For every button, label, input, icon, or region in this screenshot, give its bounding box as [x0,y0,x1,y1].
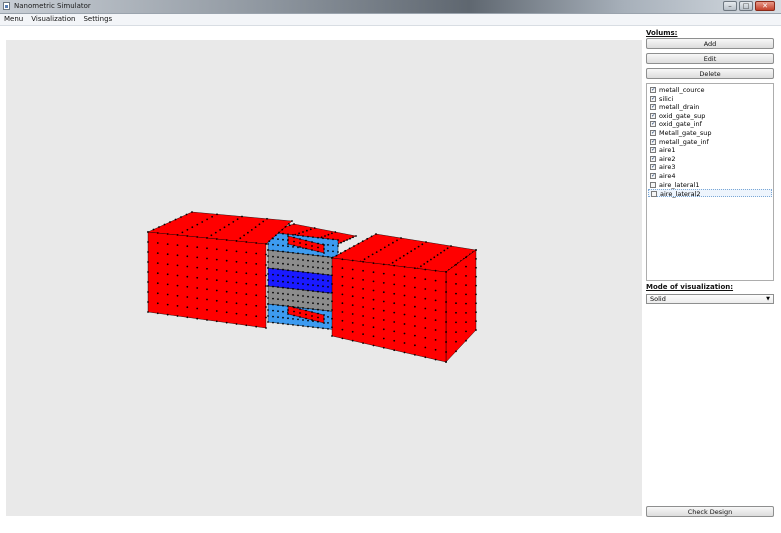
volume-checkbox[interactable]: ✓ [650,103,657,111]
volume-label: silici [659,94,674,103]
title-bar: Nanometric Simulator – □ ✕ [0,0,781,14]
volume-checkbox[interactable]: ✓ [650,154,657,162]
checkmark-icon: ✓ [651,154,657,162]
menu-menu[interactable]: Menu [0,14,27,25]
mode-label: Mode of visualization: [646,283,734,291]
window-title: Nanometric Simulator [14,2,91,10]
checkmark-icon: ✓ [651,146,657,154]
volume-label: aire4 [659,172,676,180]
volume-checkbox[interactable]: ✓ [650,146,657,154]
volume-item[interactable]: ✓ Metall_gate_sup [648,129,772,137]
device-3d-render[interactable] [6,40,642,516]
volume-item[interactable]: ✓ aire4 [648,172,772,180]
app-icon [3,2,10,10]
volume-checkbox[interactable]: ✓ [650,111,657,119]
volume-label: aire_lateral2 [660,190,701,199]
checkmark-icon: ✓ [651,129,657,136]
window-controls: – □ ✕ [723,1,775,11]
volume-checkbox[interactable]: ✓ [650,86,657,93]
volume-item[interactable]: ✓ aire1 [648,146,772,154]
volume-label: aire1 [659,146,676,155]
volume-item[interactable]: ✓ metall_cource [648,86,772,94]
volume-checkbox[interactable]: ✓ [650,120,657,128]
add-button[interactable]: Add [646,38,774,49]
menu-visualization[interactable]: Visualization [27,14,79,25]
volume-label: metall_gate_inf [659,137,709,146]
mode-select-value: Solid [650,295,666,303]
checkmark-icon: ✓ [651,137,657,145]
3d-viewport[interactable] [6,40,642,516]
checkmark-icon: ✓ [651,172,657,179]
side-panel: Volums: Add Edit Delete ✓ metall_cource ✓ s… [642,26,781,533]
volume-label: aire3 [659,163,676,172]
volumes-list[interactable]: ✓ metall_cource ✓ silici ✓ metall_drain ✓ oxid_… [646,83,774,281]
volume-checkbox[interactable]: ✓ [650,163,657,171]
volume-item[interactable]: ✓ silici [648,95,772,103]
checkmark-icon: ✓ [651,120,657,128]
checkmark-icon: ✓ [651,163,657,171]
volume-checkbox[interactable]: ✓ [650,94,657,102]
volume-checkbox[interactable] [651,191,657,198]
volume-checkbox[interactable]: ✓ [650,129,657,136]
volume-item[interactable]: ✓ aire3 [648,163,772,171]
maximize-button[interactable]: □ [739,1,753,11]
checkmark-icon: ✓ [651,103,657,111]
edit-button[interactable]: Edit [646,53,774,64]
volume-label: metall_drain [659,103,700,112]
volume-label: oxid_gate_sup [659,111,706,120]
volume-label: aire2 [659,154,676,163]
checkmark-icon: ✓ [651,111,657,119]
volume-label: metall_cource [659,86,705,94]
checkmark-icon: ✓ [651,86,657,93]
mode-select[interactable]: Solid ▼ [646,294,774,304]
volume-item[interactable]: ✓ metall_drain [648,103,772,111]
volume-item[interactable]: ✓ oxid_gate_inf [648,120,772,128]
volume-checkbox[interactable] [650,181,656,188]
source-front-face [147,231,267,329]
volume-label: oxid_gate_inf [659,120,702,129]
menu-bar: Menu Visualization Settings [0,14,781,26]
minimize-button[interactable]: – [723,1,737,11]
volume-item[interactable]: ✓ aire2 [648,155,772,163]
chevron-down-icon: ▼ [766,296,770,302]
volumes-label: Volums: [646,29,678,37]
delete-button[interactable]: Delete [646,68,774,79]
volume-label: aire_lateral1 [659,180,700,189]
drain-front-face [331,257,447,363]
menu-settings[interactable]: Settings [79,14,116,25]
check-design-button[interactable]: Check Design [646,506,774,517]
volume-checkbox[interactable]: ✓ [650,137,657,145]
volume-item[interactable]: aire_lateral2 [648,189,772,199]
volume-item[interactable]: ✓ oxid_gate_sup [648,112,772,120]
volume-checkbox[interactable]: ✓ [650,172,657,179]
close-button[interactable]: ✕ [755,1,775,11]
volume-item[interactable]: aire_lateral1 [648,181,772,189]
volume-item[interactable]: ✓ metall_gate_inf [648,138,772,146]
volume-label: Metall_gate_sup [659,129,712,137]
checkmark-icon: ✓ [651,94,657,102]
